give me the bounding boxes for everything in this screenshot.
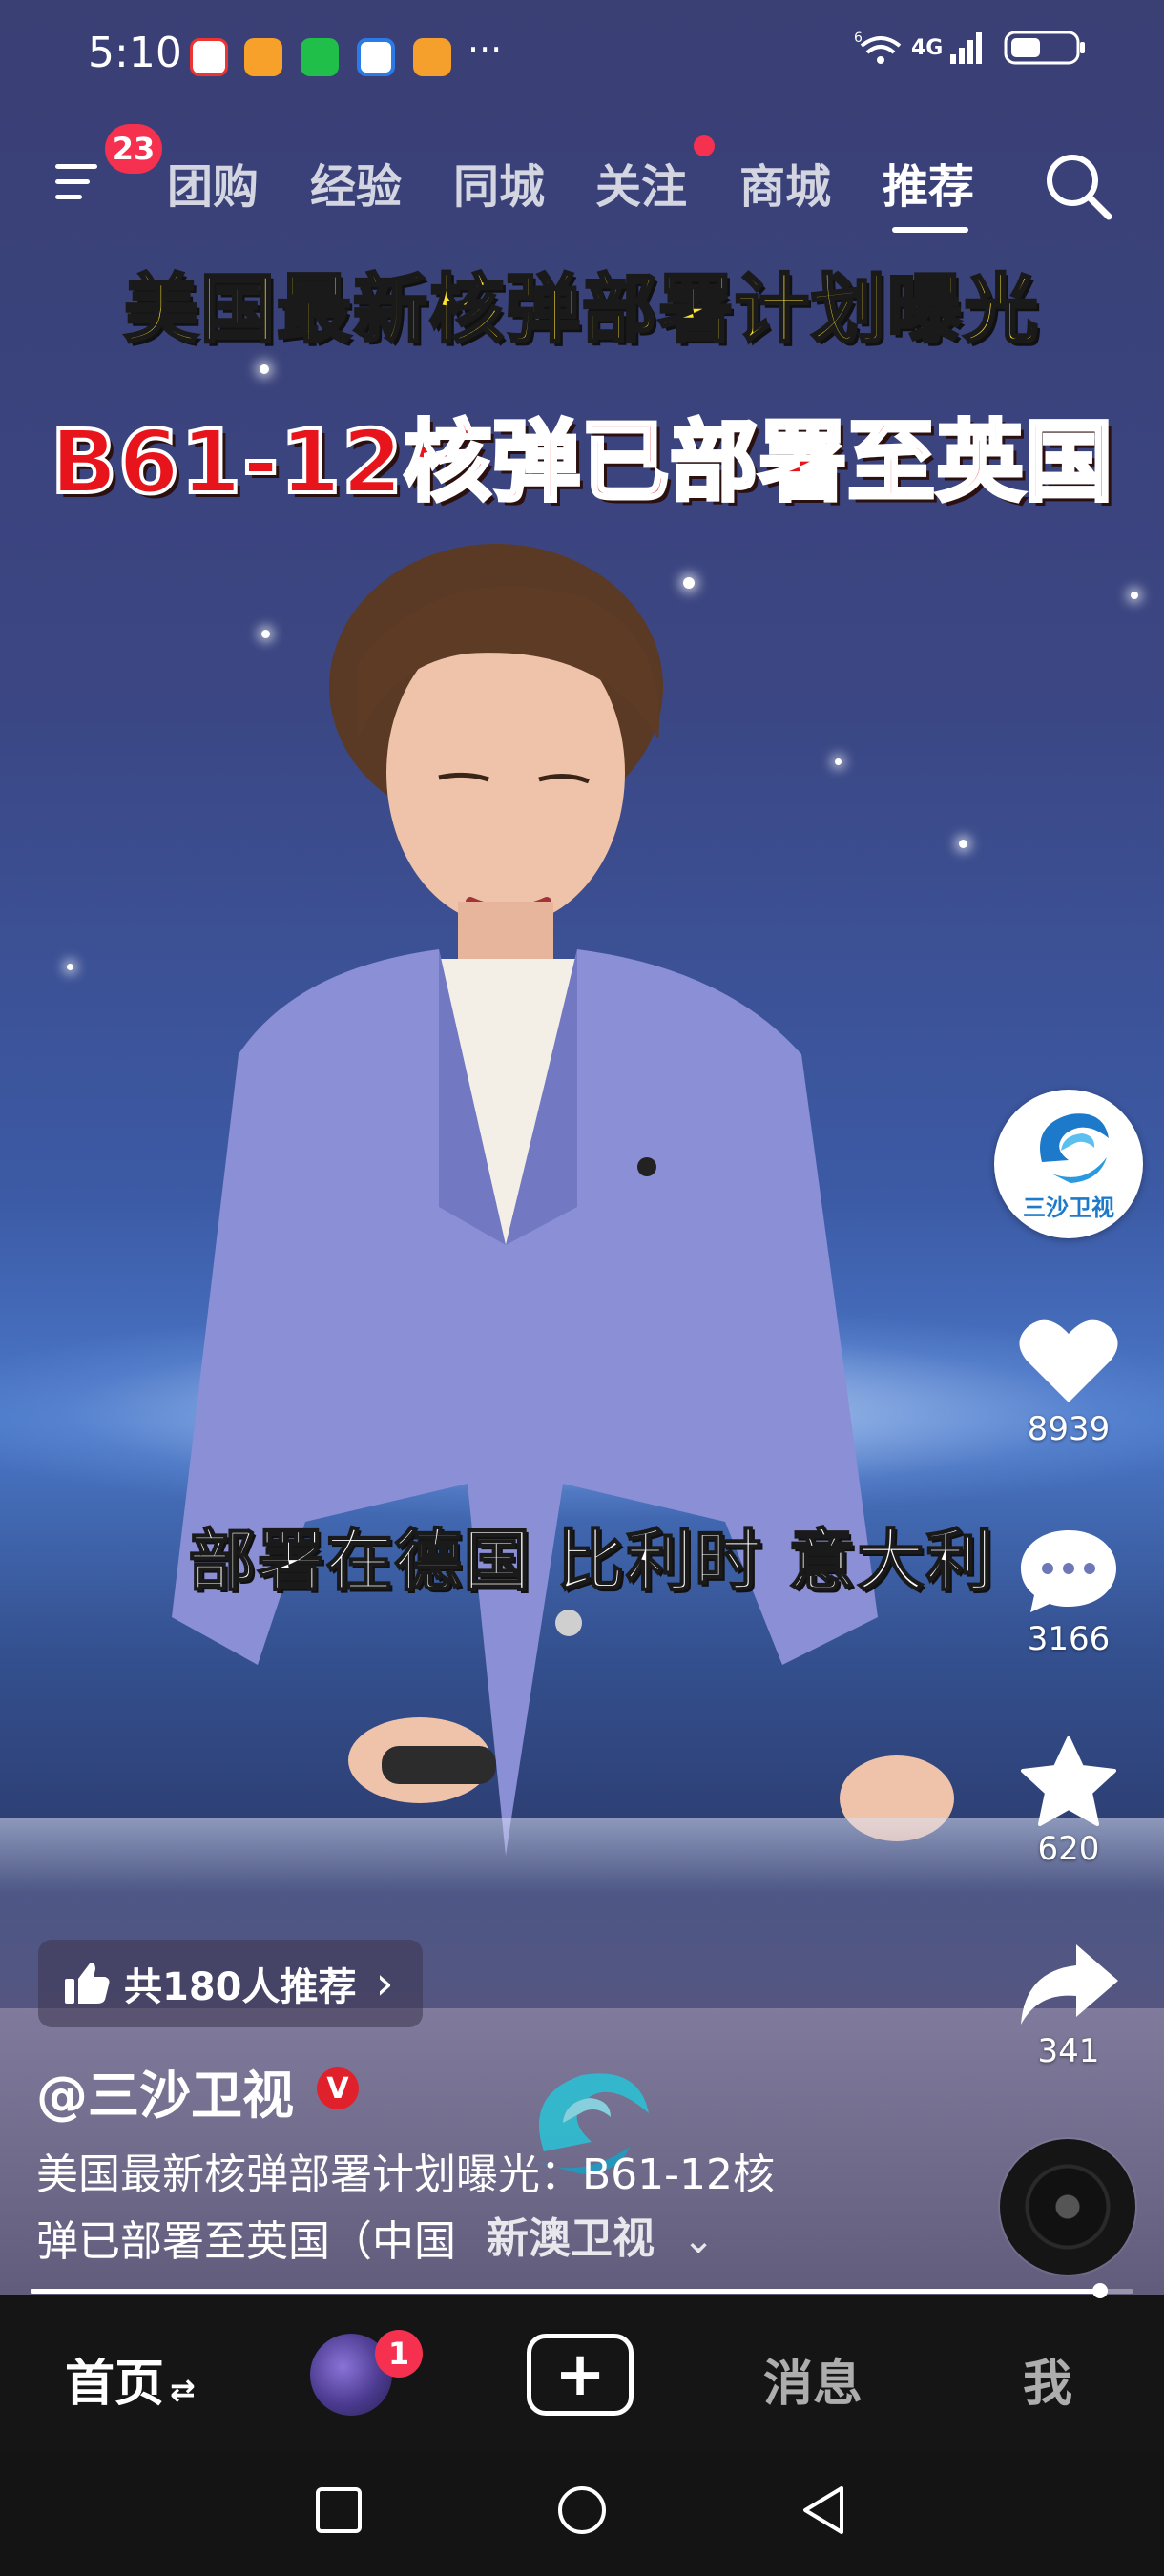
- progress-thumb[interactable]: [1092, 2283, 1109, 2298]
- channel-avatar-label: 三沙卫视: [1023, 1195, 1114, 1221]
- tab-nearby[interactable]: 同城: [453, 149, 545, 216]
- tab-experience[interactable]: 经验: [310, 149, 402, 216]
- station-watermark-text: 新澳卫视 ⌄: [487, 2204, 715, 2265]
- search-icon[interactable]: [1040, 148, 1116, 224]
- favorite-button[interactable]: 620: [992, 1735, 1145, 1868]
- plus-icon: +: [554, 2339, 606, 2410]
- expand-caption-icon[interactable]: ⌄: [682, 2218, 715, 2262]
- video-subtitle: 部署在德国 比利时 意大利: [188, 1521, 995, 1601]
- star-decoration: [67, 964, 73, 970]
- like-count: 8939: [1027, 1410, 1111, 1448]
- share-arrow-icon: [1021, 1944, 1118, 2025]
- screen: 5:10 ··· 6 4G 23 团购 经验 同城 关注 商城 推荐 美国最新核…: [0, 0, 1164, 2576]
- wechat-icon: [301, 38, 339, 76]
- menu-icon[interactable]: [53, 153, 111, 210]
- video-progress-bar[interactable]: [31, 2283, 1133, 2298]
- video-headline-2: B61-12核弹已部署至英国: [49, 409, 1114, 515]
- share-button[interactable]: 341: [992, 1937, 1145, 2070]
- heart-icon: [1019, 1319, 1118, 1402]
- verified-badge: V: [317, 2067, 359, 2109]
- home-circle-icon[interactable]: [556, 2484, 608, 2536]
- menu-notification-badge: 23: [105, 124, 162, 174]
- music-disc[interactable]: [1000, 2139, 1135, 2275]
- active-tab-indicator: [892, 227, 968, 233]
- tab-following[interactable]: 关注: [595, 149, 687, 216]
- thumbs-up-icon: [65, 1963, 110, 2004]
- channel-logo-icon: [1040, 1113, 1109, 1183]
- watermark-label: 新澳卫视: [487, 2214, 655, 2263]
- following-unread-dot: [694, 135, 715, 156]
- signal-icon: [950, 32, 983, 64]
- share-count: 341: [1037, 2032, 1100, 2070]
- clock: 5:10: [88, 29, 182, 77]
- top-navigation: 23 团购 经验 同城 关注 商城 推荐: [0, 114, 1164, 248]
- status-bar: 5:10 ··· 6 4G: [0, 0, 1164, 114]
- comment-icon: [1021, 1530, 1116, 1612]
- news-anchor-figure: [172, 544, 954, 1856]
- clown-app-icon: [190, 38, 228, 76]
- comment-count: 3166: [1027, 1620, 1111, 1658]
- tab-group-buy[interactable]: 团购: [167, 149, 259, 216]
- tab-messages[interactable]: 消息: [763, 2343, 863, 2415]
- tab-recommend[interactable]: 推荐: [883, 149, 974, 216]
- recommend-pill[interactable]: 共180人推荐 ›: [38, 1940, 423, 2027]
- video-app-icon: [413, 38, 451, 76]
- recommend-count-label: 共180人推荐: [124, 1965, 357, 2009]
- tab-home[interactable]: 首页 ⇄: [65, 2343, 196, 2415]
- channel-avatar[interactable]: 三沙卫视: [994, 1090, 1143, 1238]
- friends-notification-badge: 1: [375, 2330, 423, 2378]
- star-icon: [1021, 1736, 1116, 1826]
- caption-line-2[interactable]: 弹已部署至英国（中国: [36, 2207, 456, 2268]
- like-button[interactable]: 8939: [992, 1315, 1145, 1448]
- recent-apps-icon[interactable]: [315, 2486, 363, 2534]
- star-decoration: [260, 364, 269, 374]
- star-decoration: [1131, 592, 1138, 599]
- tab-mall[interactable]: 商城: [739, 149, 831, 216]
- status-indicators: 6 4G: [854, 29, 1088, 67]
- tab-me[interactable]: 我: [1023, 2343, 1072, 2415]
- battery-icon: [1004, 31, 1086, 65]
- bottom-tab-bar: 首页 ⇄ 1 + 消息 我: [0, 2299, 1164, 2452]
- system-navigation-bar: [0, 2452, 1164, 2576]
- video-headline-1: 美国最新核弹部署计划曝光: [122, 266, 1040, 355]
- progress-fill: [31, 2289, 1101, 2294]
- tasks-app-icon: [244, 38, 282, 76]
- tab-home-label: 首页: [65, 2356, 165, 2413]
- favorite-count: 620: [1037, 1830, 1100, 1868]
- refresh-arrows-icon: ⇄: [170, 2372, 196, 2408]
- network-type: 4G: [911, 35, 944, 60]
- browser-app-icon: [357, 38, 395, 76]
- more-notifications-icon: ···: [468, 29, 503, 71]
- comment-button[interactable]: 3166: [992, 1525, 1145, 1658]
- author-name[interactable]: @三沙卫视: [36, 2053, 294, 2129]
- back-triangle-icon[interactable]: [800, 2484, 847, 2536]
- chevron-right-icon: ›: [375, 1957, 394, 2010]
- caption-line-1[interactable]: 美国最新核弹部署计划曝光：B61-12核: [36, 2140, 775, 2201]
- wifi-icon: 6: [854, 31, 902, 64]
- create-post-button[interactable]: +: [527, 2334, 634, 2416]
- wifi-badge: 6: [854, 31, 863, 46]
